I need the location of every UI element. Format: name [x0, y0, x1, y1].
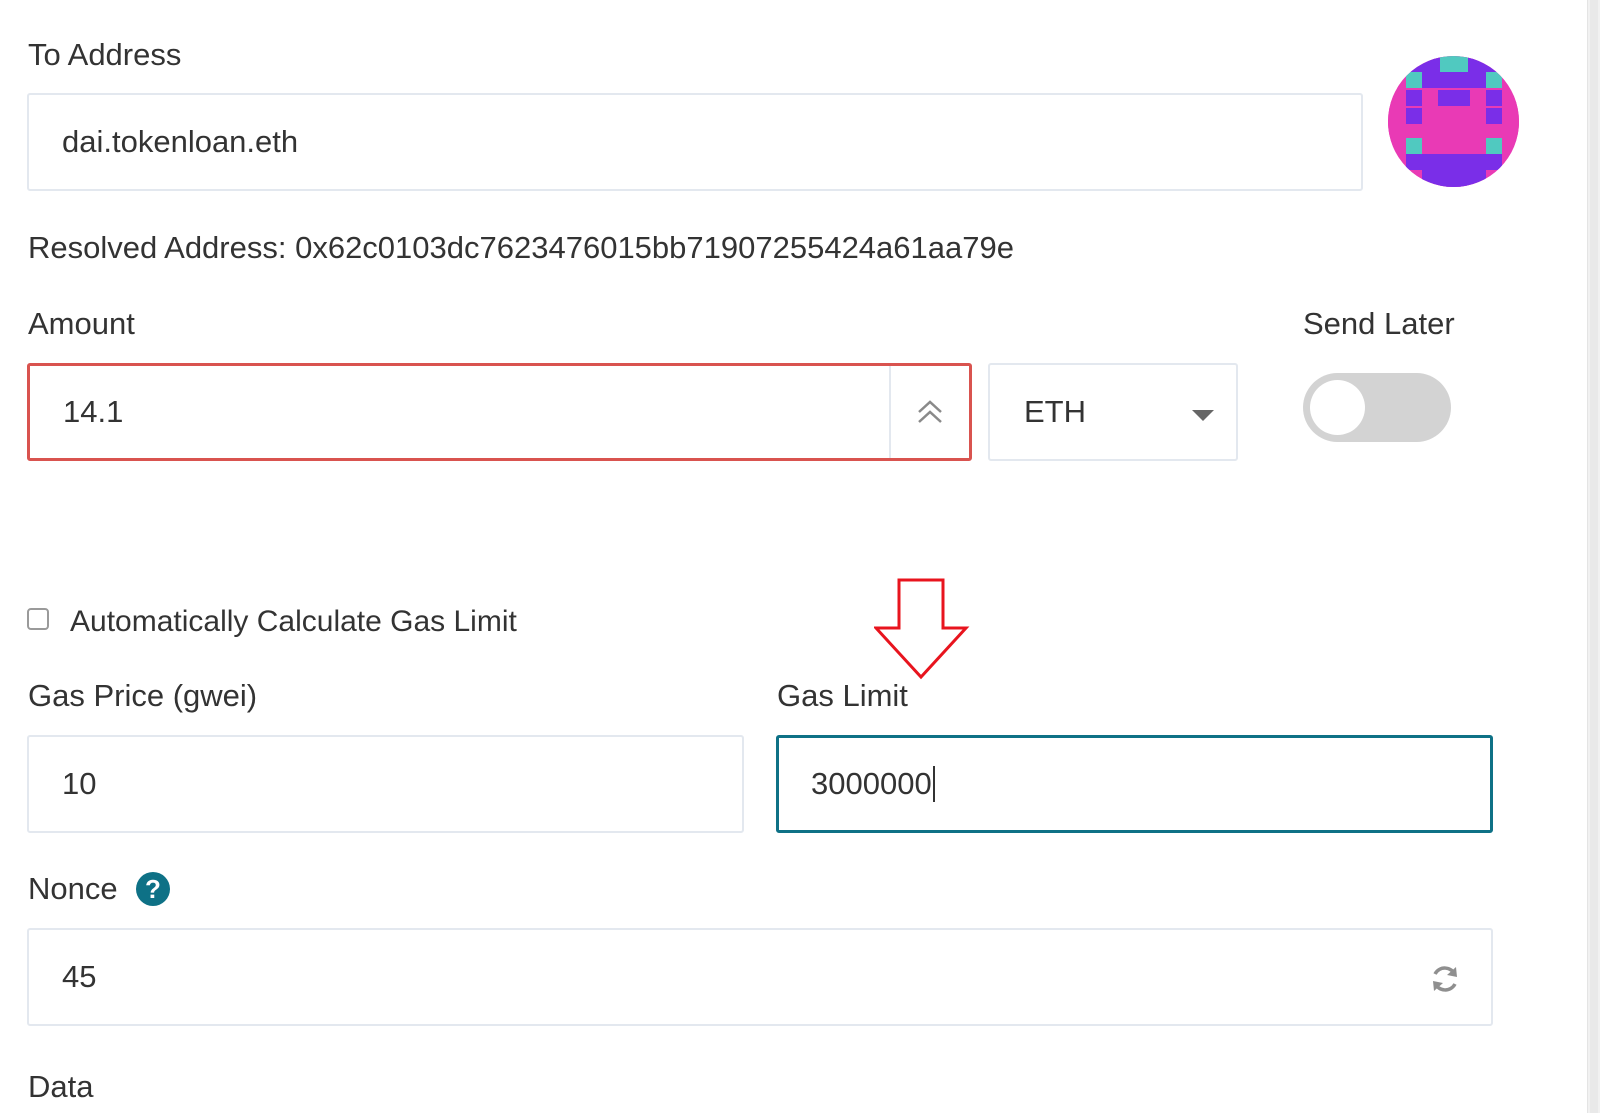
to-address-input[interactable]: dai.tokenloan.eth [27, 93, 1363, 191]
text-cursor [932, 766, 935, 802]
page-scrollbar[interactable] [1587, 0, 1600, 1113]
amount-value: 14.1 [63, 394, 124, 429]
amount-input[interactable]: 14.1 [27, 363, 972, 461]
to-address-value: dai.tokenloan.eth [62, 124, 299, 159]
resolved-address-text: Resolved Address: 0x62c0103dc7623476015b… [28, 230, 1014, 265]
caret-down-icon [1192, 410, 1214, 421]
gas-limit-label: Gas Limit [777, 678, 908, 713]
currency-select[interactable]: ETH [988, 363, 1238, 461]
data-label: Data [28, 1069, 94, 1104]
auto-gas-label[interactable]: Automatically Calculate Gas Limit [70, 607, 517, 637]
nonce-label: Nonce [28, 871, 118, 906]
currency-value: ETH [1024, 394, 1086, 429]
gas-limit-text: 3000000 [811, 766, 932, 801]
question-circle-icon[interactable]: ? [136, 872, 170, 906]
help-glyph: ? [145, 873, 161, 904]
auto-gas-checkbox[interactable] [27, 608, 49, 630]
gas-price-label: Gas Price (gwei) [28, 678, 258, 713]
double-chevron-up-icon [918, 400, 942, 423]
annotation-down-arrow-icon [874, 578, 970, 680]
refresh-icon[interactable] [1429, 963, 1461, 995]
to-address-label: To Address [28, 37, 182, 72]
gas-price-input[interactable]: 10 [27, 735, 744, 833]
send-later-toggle[interactable] [1303, 373, 1451, 442]
gas-price-value: 10 [62, 766, 97, 801]
gas-limit-value: 3000000 [811, 738, 935, 830]
toggle-knob [1310, 380, 1365, 435]
scrollbar-thumb[interactable] [1590, 0, 1598, 1113]
identicon-pattern [1388, 56, 1519, 187]
send-later-label: Send Later [1303, 306, 1455, 341]
address-identicon [1388, 56, 1519, 187]
amount-spinner-button[interactable] [889, 366, 969, 458]
nonce-input[interactable]: 45 [27, 928, 1493, 1026]
gas-limit-input[interactable]: 3000000 [776, 735, 1493, 833]
amount-label: Amount [28, 306, 135, 341]
nonce-value: 45 [62, 959, 97, 994]
